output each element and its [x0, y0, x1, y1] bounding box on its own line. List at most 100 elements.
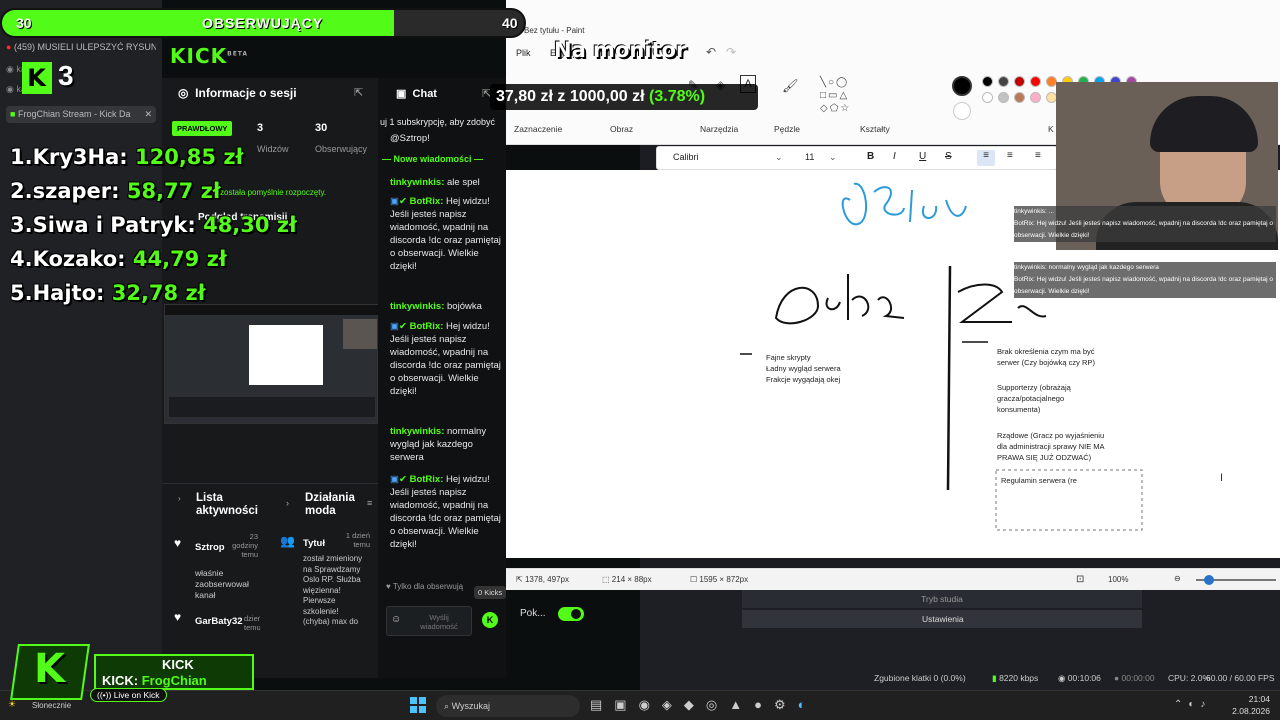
chat-username[interactable]: BotRix: [410, 196, 444, 207]
color-swatch[interactable] [1014, 92, 1025, 103]
notes-right-3: Rządowe (Gracz po wyjaśnieniu dla admini… [997, 430, 1105, 463]
chevron-right-icon[interactable]: › [286, 498, 289, 508]
live-time: ◉ 00:10:06 [1058, 673, 1101, 684]
activity-user[interactable]: Sztrop [195, 542, 225, 553]
color-swatch[interactable] [1030, 76, 1041, 87]
donation-goal-progress: 37,80 zł z 1000,00 zł (3.78%) [490, 84, 758, 110]
note-line: Ładny wygląd serwera [766, 364, 841, 373]
bold-button[interactable]: B [867, 151, 874, 162]
taskbar-apps[interactable]: ▤▣◉◈◆◎▲●⚙◐ [590, 697, 817, 713]
browser-tab-youtube[interactable]: ● (459) MUSIELI ULEPSZYĆ RYSUN [6, 42, 156, 52]
tab-label: (459) MUSIELI ULEPSZYĆ RYSUN [13, 42, 156, 52]
send-icon[interactable]: K [482, 612, 498, 628]
chat-message: ▣✔ BotRix: Hej widzu! Jeśli jesteś napis… [390, 195, 502, 273]
leaderboard-name: Kozako: [32, 247, 126, 271]
fit-icon[interactable]: ⊡ [1076, 574, 1084, 585]
color-swatch[interactable] [982, 76, 993, 87]
bitrate-value: 8220 kbps [999, 673, 1039, 683]
italic-button[interactable]: I [893, 151, 896, 162]
color-swatch[interactable] [998, 76, 1009, 87]
chat-icon: ▣ [396, 88, 407, 100]
activity-user[interactable]: GarBaty32 [195, 616, 243, 627]
color-swatch[interactable] [998, 92, 1009, 103]
chat-username[interactable]: tinkywinkis: [390, 177, 444, 188]
leaderboard-rank: 3. [10, 213, 33, 237]
align-center-icon[interactable]: ≡ [1007, 150, 1013, 161]
bot-badge-icon: ▣ [390, 474, 399, 485]
donation-goal-title: Na monitor [554, 38, 687, 62]
color-swatch[interactable] [982, 92, 993, 103]
verified-icon: ✔ [398, 474, 407, 485]
note-line: Frakcje wygądają okej [766, 375, 841, 384]
chevron-down-icon[interactable]: ⌄ [775, 152, 783, 163]
zoom-level[interactable]: 100% [1108, 575, 1128, 584]
chevron-down-icon[interactable]: ⌄ [829, 152, 837, 163]
close-icon[interactable]: ✕ [144, 109, 152, 120]
zoom-out-icon[interactable]: ⊖ [1174, 574, 1181, 583]
chat-tab[interactable]: ▣ Chat [396, 87, 437, 100]
preview-titlebar [165, 305, 379, 315]
leaderboard-row: 1.Kry3Ha: 120,85 zł [10, 145, 243, 169]
preview-webcam [343, 319, 377, 349]
kick-k-logo: K [22, 62, 52, 94]
pointer-icon: ⇱ [516, 575, 523, 584]
shapes-gallery[interactable]: ╲○◯ □▭△ ◇⬠☆ [820, 76, 868, 116]
popout-icon[interactable]: ⇱ [354, 86, 363, 99]
zoom-slider[interactable] [1196, 575, 1276, 585]
selection-icon: ⬚ [602, 575, 610, 584]
settings-button[interactable]: Ustawienia [742, 610, 1142, 628]
leaderboard-name: Siwa i Patryk: [32, 213, 196, 237]
followers-only-notice: ♥ Tylko dla obserwują [386, 582, 463, 591]
ribbon-group-tools[interactable]: Narzędzia [700, 124, 738, 134]
canvas-icon: ☐ [690, 575, 698, 584]
taskbar-search[interactable]: ⌕ Wyszukaj [436, 695, 580, 717]
underline-button[interactable]: U [919, 151, 926, 162]
ribbon-group-image[interactable]: Obraz [610, 124, 633, 134]
browser-tab-kick[interactable]: ■ FrogChian Stream - Kick Da ✕ [6, 106, 156, 123]
leaderboard-rank: 4. [10, 247, 33, 271]
chevron-right-icon[interactable]: › [178, 494, 181, 503]
chat-username[interactable]: BotRix: [410, 321, 444, 332]
browser-sidebar: ● (459) MUSIELI ULEPSZYĆ RYSUN ◉ karta ◉… [0, 0, 162, 690]
leaderboard-row: 3.Siwa i Patryk: 48,30 zł [10, 213, 297, 237]
menu-file[interactable]: Plik [516, 48, 531, 58]
stream-preview[interactable] [164, 304, 379, 424]
ribbon-group-colors[interactable]: K [1048, 124, 1054, 134]
brush-icon[interactable]: 🖌 [782, 78, 799, 94]
chat-username[interactable]: tinkywinkis: [390, 426, 444, 437]
chat-input[interactable]: ☺ Wyślij wiadomość [386, 606, 472, 636]
zoom-slider-thumb[interactable] [1204, 575, 1214, 585]
chat-username[interactable]: tinkywinkis: [390, 301, 444, 312]
show-toggle[interactable] [558, 607, 584, 621]
align-left-icon[interactable]: ≡ [977, 150, 995, 166]
tray-icons[interactable]: ⌃◐♪ [1174, 699, 1211, 710]
chat-username[interactable]: BotRix: [410, 474, 444, 485]
stream-started-notice: została pomyślnie rozpoczęty. [220, 188, 327, 197]
followers-count: 30 [315, 122, 328, 134]
chat-message: ▣✔ BotRix: Hej widzu! Jeśli jesteś napis… [390, 320, 502, 398]
color1-swatch[interactable] [952, 76, 972, 96]
align-right-icon[interactable]: ≡ [1035, 150, 1041, 161]
color2-swatch[interactable] [953, 102, 971, 120]
ribbon-group-shapes[interactable]: Kształty [860, 124, 890, 134]
mod-item-time: 1 dzień temu [345, 531, 370, 549]
ribbon-group-select[interactable]: Zaznaczenie [514, 124, 562, 134]
strikethrough-button[interactable]: S [945, 151, 952, 162]
menu-icon[interactable]: ≡ [367, 498, 372, 508]
text-box-content[interactable]: Regulamin serwera (re [1001, 475, 1077, 486]
emoji-icon[interactable]: ☺ [391, 614, 401, 625]
goal-end-value: 40 [502, 15, 518, 31]
kick-logo-text: KICK [170, 44, 228, 68]
selection-size: ⬚ 214 × 88px [602, 575, 652, 584]
undo-icon[interactable]: ↶ [706, 45, 716, 59]
follower-goal-fill [2, 10, 394, 36]
windows-start-icon[interactable] [410, 697, 426, 713]
studio-mode-button[interactable]: Tryb studia [742, 590, 1142, 608]
ribbon-group-brushes[interactable]: Pędzle [774, 124, 800, 134]
color-swatch[interactable] [1014, 76, 1025, 87]
font-size-select[interactable]: 11 [805, 152, 814, 162]
font-name-select[interactable]: Calibri [673, 152, 699, 162]
color-swatch[interactable] [1030, 92, 1041, 103]
redo-icon[interactable]: ↷ [726, 45, 736, 59]
chat-mention: @Sztrop! [390, 133, 430, 144]
